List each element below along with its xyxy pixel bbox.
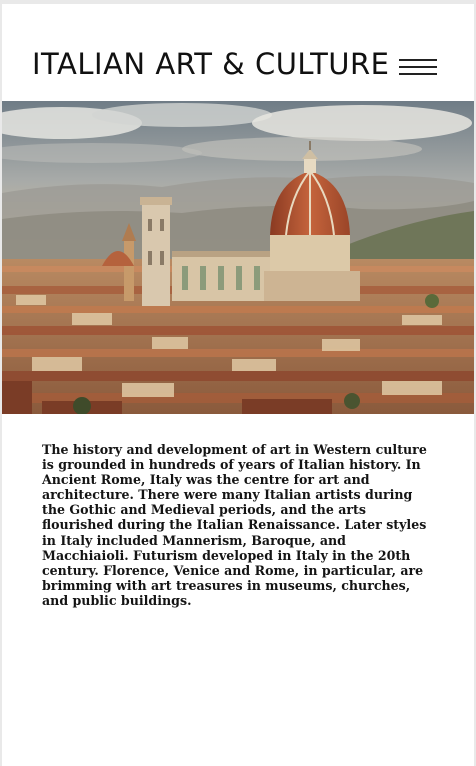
hamburger-menu-icon[interactable] [399, 59, 437, 75]
site-title[interactable]: ITALIAN ART & CULTURE [32, 50, 390, 79]
menu-line-top [399, 59, 437, 61]
menu-line-middle [399, 66, 437, 68]
article-body: The history and development of art in We… [42, 442, 427, 608]
site-header: ITALIAN ART & CULTURE [2, 4, 474, 101]
florence-skyline-image [2, 101, 474, 414]
page: ITALIAN ART & CULTURE The history and de… [2, 4, 474, 766]
menu-line-bottom [399, 73, 437, 75]
hero-image [2, 101, 474, 414]
